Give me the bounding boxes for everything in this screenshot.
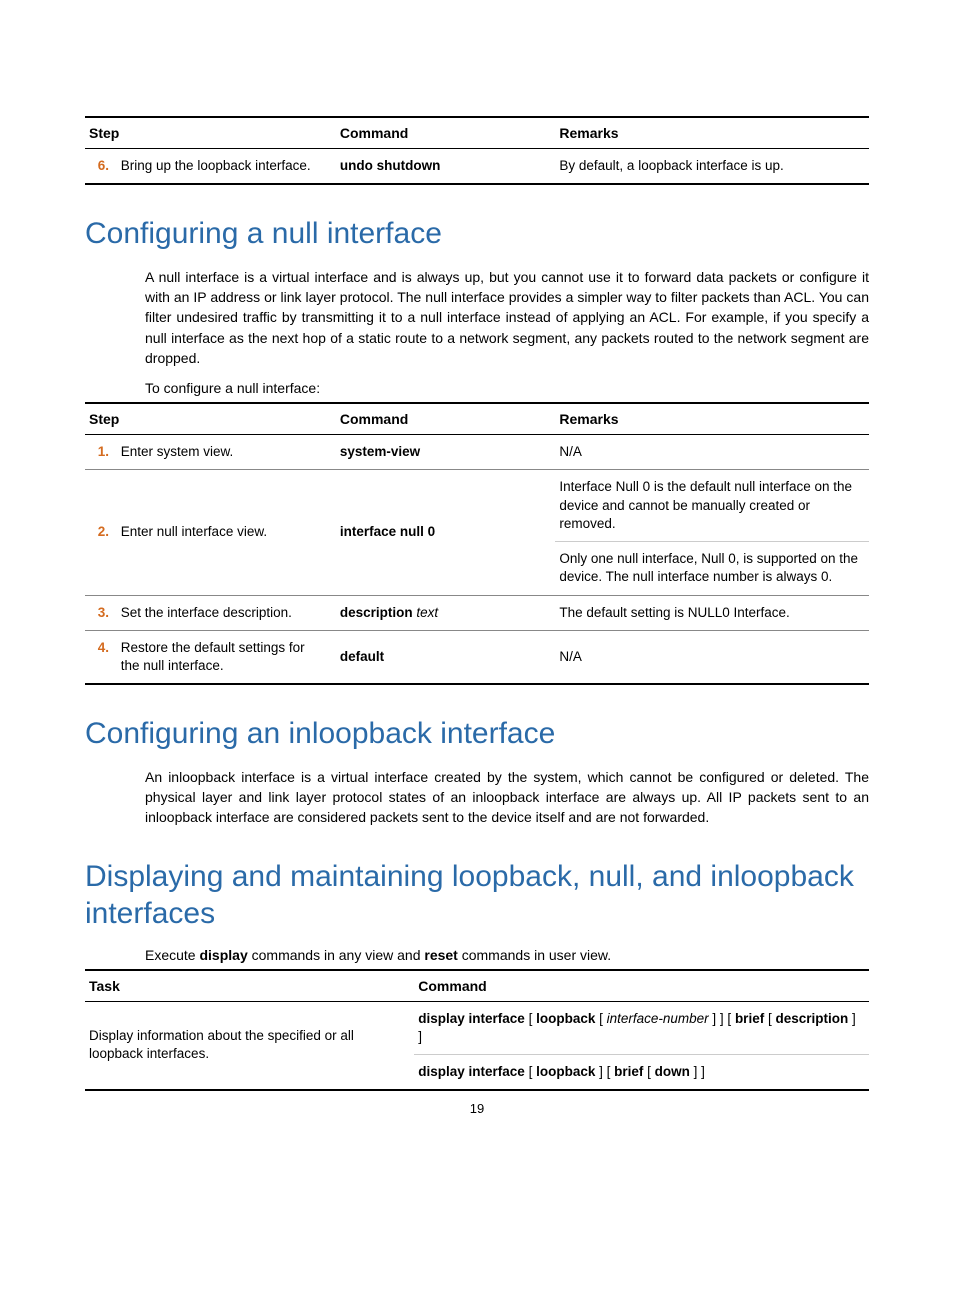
page-number: 19 xyxy=(85,1101,869,1116)
remarks-text: The default setting is NULL0 Interface. xyxy=(555,595,869,630)
lead-text: To configure a null interface: xyxy=(145,380,869,396)
col-header-command: Command xyxy=(336,117,556,149)
task-text: Display information about the specified … xyxy=(85,1001,414,1090)
lead-text: Execute display commands in any view and… xyxy=(145,947,869,963)
loopback-step-table: Step Command Remarks 6. Bring up the loo… xyxy=(85,116,869,185)
remarks-text: Interface Null 0 is the default null int… xyxy=(555,470,869,542)
remarks-text: By default, a loopback interface is up. xyxy=(555,149,869,185)
table-row: 2. Enter null interface view. interface … xyxy=(85,470,869,542)
col-header-command: Command xyxy=(414,970,869,1002)
command-text: undo shutdown xyxy=(340,158,440,173)
document-page: Step Command Remarks 6. Bring up the loo… xyxy=(0,0,954,1156)
step-number: 2. xyxy=(89,523,117,541)
step-number: 6. xyxy=(89,157,117,175)
command-cell: display interface [ loopback [ interface… xyxy=(414,1001,869,1054)
col-header-remarks: Remarks xyxy=(555,117,869,149)
command-text: description xyxy=(340,605,413,620)
table-row: Display information about the specified … xyxy=(85,1001,869,1054)
col-header-step: Step xyxy=(85,403,336,435)
table-row: 4. Restore the default settings for the … xyxy=(85,630,869,684)
col-header-command: Command xyxy=(336,403,556,435)
section-heading-null-interface: Configuring a null interface xyxy=(85,215,869,253)
table-row: 3. Set the interface description. descri… xyxy=(85,595,869,630)
remarks-text: Only one null interface, Null 0, is supp… xyxy=(555,542,869,595)
step-text: Set the interface description. xyxy=(121,604,320,622)
step-number: 4. xyxy=(89,639,117,657)
col-header-remarks: Remarks xyxy=(555,403,869,435)
remarks-text: N/A xyxy=(555,630,869,684)
table-row: 6. Bring up the loopback interface. undo… xyxy=(85,149,869,185)
table-row: 1. Enter system view. system-view N/A xyxy=(85,435,869,470)
null-interface-table: Step Command Remarks 1. Enter system vie… xyxy=(85,402,869,685)
col-header-task: Task xyxy=(85,970,414,1002)
command-cell: display interface [ loopback ] [ brief [… xyxy=(414,1055,869,1091)
step-number: 1. xyxy=(89,443,117,461)
paragraph: A null interface is a virtual interface … xyxy=(145,267,869,368)
paragraph: An inloopback interface is a virtual int… xyxy=(145,767,869,828)
step-number: 3. xyxy=(89,604,117,622)
command-text: system-view xyxy=(340,444,420,459)
section-heading-inloopback: Configuring an inloopback interface xyxy=(85,715,869,753)
command-text: default xyxy=(340,649,384,664)
col-header-step: Step xyxy=(85,117,336,149)
step-text: Enter system view. xyxy=(121,443,320,461)
command-text: interface null 0 xyxy=(340,524,435,539)
step-text: Enter null interface view. xyxy=(121,523,320,541)
step-text: Bring up the loopback interface. xyxy=(121,157,320,175)
step-text: Restore the default settings for the nul… xyxy=(121,639,320,675)
remarks-text: N/A xyxy=(555,435,869,470)
section-heading-displaying: Displaying and maintaining loopback, nul… xyxy=(85,858,869,933)
command-arg: text xyxy=(416,605,438,620)
display-commands-table: Task Command Display information about t… xyxy=(85,969,869,1092)
